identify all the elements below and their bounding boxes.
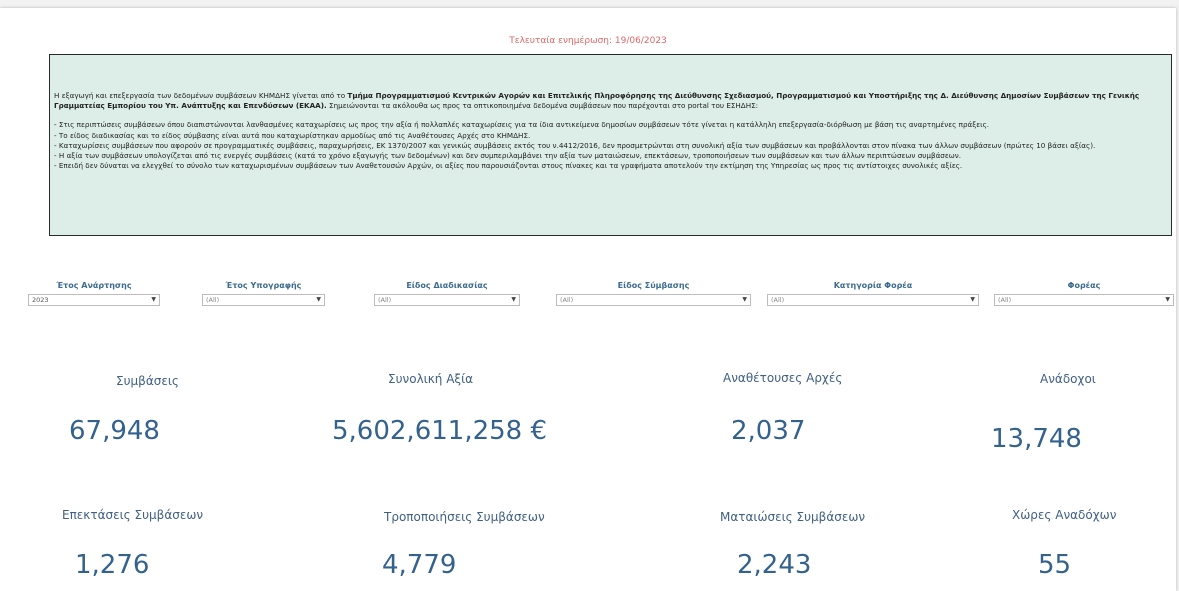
select-value: (All) <box>206 296 220 304</box>
chevron-down-icon: ▼ <box>151 296 156 303</box>
chevron-down-icon: ▼ <box>742 296 747 303</box>
notice-intro-part-2: Σημειώνονται τα ακόλουθα ως προς τα οπτι… <box>326 101 759 111</box>
filter-label: Κατηγορία Φορέα <box>833 281 913 290</box>
kpi-amendments-label: Τροποποιήσεις Συμβάσεων <box>384 510 545 524</box>
notice-bullet: - Η αξία των συμβάσεων υπολογίζεται από … <box>54 151 962 161</box>
kpi-total-value-value: 5,602,611,258 € <box>332 416 548 446</box>
kpi-total-value-label: Συνολική Αξία <box>388 372 474 386</box>
agency-select[interactable]: (All) ▼ <box>994 294 1174 306</box>
kpi-amendments-value: 4,779 <box>382 550 457 580</box>
filter-label: Φορέας <box>1067 281 1101 290</box>
filter-agency-category: Κατηγορία Φορέα (All) ▼ <box>767 281 979 306</box>
filter-publication-year: Έτος Ανάρτησης 2023 ▼ <box>28 281 160 306</box>
select-value: (All) <box>771 296 785 304</box>
kpi-contracting-authorities-value: 2,037 <box>731 416 806 446</box>
kpi-contracting-authorities-label: Αναθέτουσες Αρχές <box>723 371 843 385</box>
chevron-down-icon: ▼ <box>511 296 516 303</box>
kpi-contractor-countries-label: Χώρες Αναδόχων <box>1012 508 1117 522</box>
kpi-contractor-countries-value: 55 <box>1038 550 1072 580</box>
notice-bullet: - Επειδή δεν δύναται να ελεγχθεί το σύνο… <box>54 161 963 171</box>
chevron-down-icon: ▼ <box>316 296 321 303</box>
select-value: (All) <box>998 296 1012 304</box>
last-updated-text: Τελευταία ενημέρωση: 19/06/2023 <box>509 36 667 46</box>
agency-category-select[interactable]: (All) ▼ <box>767 294 979 306</box>
notice-intro: Η εξαγωγή και επεξεργασία των δεδομένων … <box>54 91 1163 111</box>
notice-bullet: - Καταχωρίσεις συμβάσεων που αφορούν σε … <box>54 140 1096 150</box>
notice-intro-part-1: Η εξαγωγή και επεξεργασία των δεδομένων … <box>54 91 348 100</box>
kpi-contractors-label: Ανάδοχοι <box>1040 372 1096 386</box>
filter-signing-year: Έτος Υπογραφής (All) ▼ <box>202 281 325 306</box>
kpi-contractors-value: 13,748 <box>991 424 1082 454</box>
select-value: 2023 <box>32 296 49 304</box>
kpi-extensions-label: Επεκτάσεις Συμβάσεων <box>62 508 204 522</box>
publication-year-select[interactable]: 2023 ▼ <box>28 294 160 306</box>
filter-procedure-type: Είδος Διαδικασίας (All) ▼ <box>374 281 520 306</box>
data-notice-box: Η εξαγωγή και επεξεργασία των δεδομένων … <box>49 54 1172 236</box>
chevron-down-icon: ▼ <box>970 296 975 303</box>
filter-contract-type: Είδος Σύμβασης (All) ▼ <box>556 281 751 306</box>
kpi-contracts-label: Συμβάσεις <box>116 374 179 388</box>
kpi-cancellations-value: 2,243 <box>737 550 812 580</box>
signing-year-select[interactable]: (All) ▼ <box>202 294 325 306</box>
filter-agency: Φορέας (All) ▼ <box>994 281 1174 306</box>
kpi-cancellations-label: Ματαιώσεις Συμβάσεων <box>720 510 866 524</box>
kpi-extensions-value: 1,276 <box>75 550 150 580</box>
filter-label: Έτος Ανάρτησης <box>56 281 132 290</box>
select-value: (All) <box>378 296 392 304</box>
notice-bullet: - Το είδος διαδικασίας και το είδος σύμβ… <box>54 130 531 140</box>
filter-label: Είδος Διαδικασίας <box>406 281 488 290</box>
notice-bullets: - Στις περιπτώσεις συμβάσεων όπου διαπισ… <box>54 120 1163 171</box>
filter-label: Έτος Υπογραφής <box>225 281 302 290</box>
chevron-down-icon: ▼ <box>1165 296 1170 303</box>
select-value: (All) <box>560 296 574 304</box>
notice-bullet: - Στις περιπτώσεις συμβάσεων όπου διαπισ… <box>54 120 990 130</box>
kpi-contracts-value: 67,948 <box>69 416 160 446</box>
filter-label: Είδος Σύμβασης <box>617 281 690 290</box>
contract-type-select[interactable]: (All) ▼ <box>556 294 751 306</box>
procedure-type-select[interactable]: (All) ▼ <box>374 294 520 306</box>
dashboard-sheet: Τελευταία ενημέρωση: 19/06/2023 Η εξαγωγ… <box>0 8 1176 591</box>
